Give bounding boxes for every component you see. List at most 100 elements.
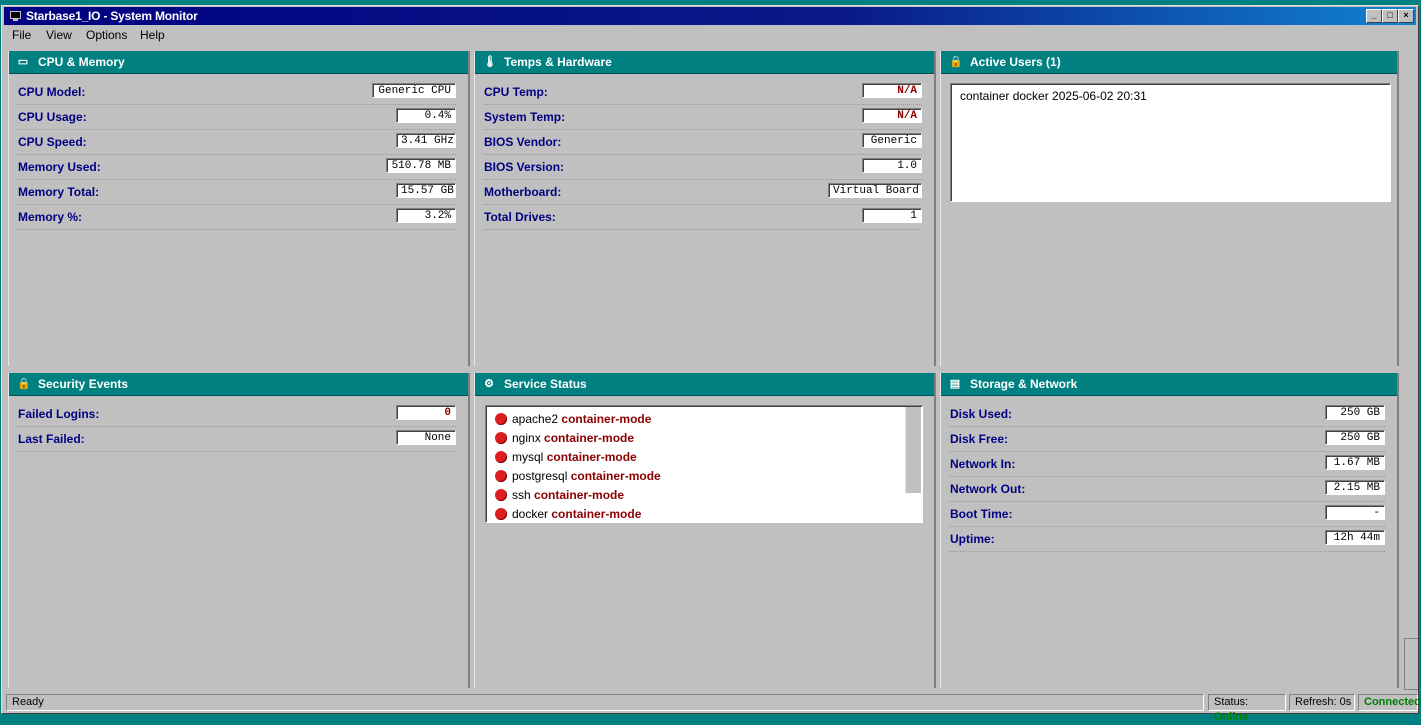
status-label: Status:: [1214, 696, 1249, 708]
service-name: postgresql: [512, 469, 568, 483]
status-bar: Ready Status: Online Refresh: 0s Connect…: [4, 692, 1421, 723]
minimize-button[interactable]: _: [1366, 9, 1382, 23]
panel-header: 🌡 Temps & Hardware: [475, 51, 934, 74]
window-title: Starbase1_IO - System Monitor: [26, 9, 198, 23]
network-out-value: 2.15 MB: [1325, 480, 1385, 495]
last-failed-label: Last Failed:: [18, 432, 85, 446]
last-failed-value: None: [396, 430, 456, 445]
network-in-row: Network In: 1.67 MB: [949, 452, 1385, 477]
storage-network-panel: ▤ Storage & Network Disk Used: 250 GB Di…: [940, 373, 1399, 688]
system-temp-value: N/A: [862, 108, 922, 123]
service-name: nginx: [512, 431, 541, 445]
uptime-row: Uptime: 12h 44m: [949, 527, 1385, 552]
gear-icon: ⚙: [484, 378, 494, 390]
status-dot-icon: [495, 508, 507, 520]
bios-vendor-label: BIOS Vendor:: [484, 135, 562, 149]
panel-header: 🔒 Security Events: [9, 373, 468, 396]
cpu-speed-row: CPU Speed: 3.41 GHz: [17, 130, 456, 155]
panel-title: Active Users (1): [970, 55, 1061, 69]
bios-version-row: BIOS Version: 1.0: [483, 155, 922, 180]
total-drives-value: 1: [862, 208, 922, 223]
service-name: apache2: [512, 412, 559, 426]
temps-hardware-panel: 🌡 Temps & Hardware CPU Temp: N/A System …: [474, 51, 936, 366]
monitor-icon: ▭: [17, 56, 29, 68]
memory-percent-value: 3.2%: [396, 208, 456, 223]
title-bar[interactable]: Starbase1_IO - System Monitor _ □ ×: [4, 7, 1416, 25]
panel-title: CPU & Memory: [38, 55, 125, 69]
active-users-list[interactable]: container docker 2025-06-02 20:31: [950, 83, 1391, 202]
panel-title: Security Events: [38, 377, 129, 391]
menu-view[interactable]: View: [46, 28, 72, 42]
service-state: container-mode: [570, 469, 661, 483]
total-drives-row: Total Drives: 1: [483, 205, 922, 230]
uptime-label: Uptime:: [950, 532, 995, 546]
cpu-temp-value: N/A: [862, 83, 922, 98]
uptime-value: 12h 44m: [1325, 530, 1385, 545]
memory-percent-label: Memory %:: [18, 210, 83, 224]
maximize-button[interactable]: □: [1382, 9, 1398, 23]
panel-header: ▤ Storage & Network: [941, 373, 1397, 396]
list-item[interactable]: container docker 2025-06-02 20:31: [960, 89, 1147, 103]
total-drives-label: Total Drives:: [484, 210, 556, 224]
cpu-model-value: Generic CPU: [372, 83, 456, 98]
network-out-row: Network Out: 2.15 MB: [949, 477, 1385, 502]
panel-title: Service Status: [504, 377, 587, 391]
disk-used-row: Disk Used: 250 GB: [949, 402, 1385, 427]
thermometer-icon: 🌡: [483, 56, 497, 68]
cpu-usage-value: 0.4%: [396, 108, 456, 123]
side-resize-handle[interactable]: [1404, 638, 1418, 690]
service-status-panel: ⚙ Service Status apache2 container-mode …: [474, 373, 936, 688]
disk-free-row: Disk Free: 250 GB: [949, 427, 1385, 452]
menu-file[interactable]: File: [12, 28, 31, 42]
memory-total-row: Memory Total: 15.57 GB: [17, 180, 456, 205]
network-in-label: Network In:: [950, 457, 1016, 471]
disk-free-value: 250 GB: [1325, 430, 1385, 445]
close-button[interactable]: ×: [1398, 9, 1414, 23]
memory-percent-row: Memory %: 3.2%: [17, 205, 456, 230]
panel-header: 🔒 Active Users (1): [941, 51, 1397, 74]
service-list[interactable]: apache2 container-mode nginx container-m…: [485, 405, 923, 523]
disk-icon: ▤: [949, 378, 961, 390]
bios-version-label: BIOS Version:: [484, 160, 565, 174]
service-state: container-mode: [544, 431, 635, 445]
lock-icon: 🔒: [949, 56, 963, 68]
last-failed-row: Last Failed: None: [17, 427, 456, 452]
refresh-indicator: Refresh: 0s: [1289, 694, 1355, 711]
network-out-label: Network Out:: [950, 482, 1026, 496]
status-dot-icon: [495, 413, 507, 425]
network-in-value: 1.67 MB: [1325, 455, 1385, 470]
failed-logins-label: Failed Logins:: [18, 407, 100, 421]
status-dot-icon: [495, 432, 507, 444]
cpu-memory-panel: ▭ CPU & Memory CPU Model: Generic CPU CP…: [8, 51, 470, 366]
failed-logins-row: Failed Logins: 0: [17, 402, 456, 427]
menu-help[interactable]: Help: [140, 28, 165, 42]
main-window: Starbase1_IO - System Monitor _ □ × File…: [1, 5, 1421, 723]
status-online: Status: Online: [1208, 694, 1286, 723]
service-state: container-mode: [546, 450, 637, 464]
panel-title: Storage & Network: [970, 377, 1078, 391]
panel-header: ▭ CPU & Memory: [9, 51, 468, 74]
security-events-panel: 🔒 Security Events Failed Logins: 0 Last …: [8, 373, 470, 688]
vertical-scrollbar[interactable]: [905, 407, 921, 493]
lock-icon: 🔒: [17, 378, 31, 390]
motherboard-label: Motherboard:: [484, 185, 562, 199]
menu-options[interactable]: Options: [86, 28, 127, 42]
status-value: Online: [1214, 711, 1249, 723]
cpu-usage-row: CPU Usage: 0.4%: [17, 105, 456, 130]
panel-header: ⚙ Service Status: [475, 373, 934, 396]
maximize-icon: □: [1387, 10, 1393, 20]
service-state: container-mode: [561, 412, 652, 426]
status-message: Ready: [6, 694, 1204, 711]
bios-vendor-value: Generic: [862, 133, 922, 148]
motherboard-value: Virtual Board: [828, 183, 922, 198]
service-state: container-mode: [534, 488, 625, 502]
memory-used-row: Memory Used: 510.78 MB: [17, 155, 456, 180]
bios-vendor-row: BIOS Vendor: Generic: [483, 130, 922, 155]
failed-logins-value: 0: [396, 405, 456, 420]
memory-total-value: 15.57 GB: [396, 183, 456, 198]
cpu-model-label: CPU Model:: [18, 85, 86, 99]
service-name: docker: [512, 507, 549, 521]
system-temp-row: System Temp: N/A: [483, 105, 922, 130]
close-icon: ×: [1403, 10, 1409, 20]
boot-time-value: -: [1325, 505, 1385, 520]
